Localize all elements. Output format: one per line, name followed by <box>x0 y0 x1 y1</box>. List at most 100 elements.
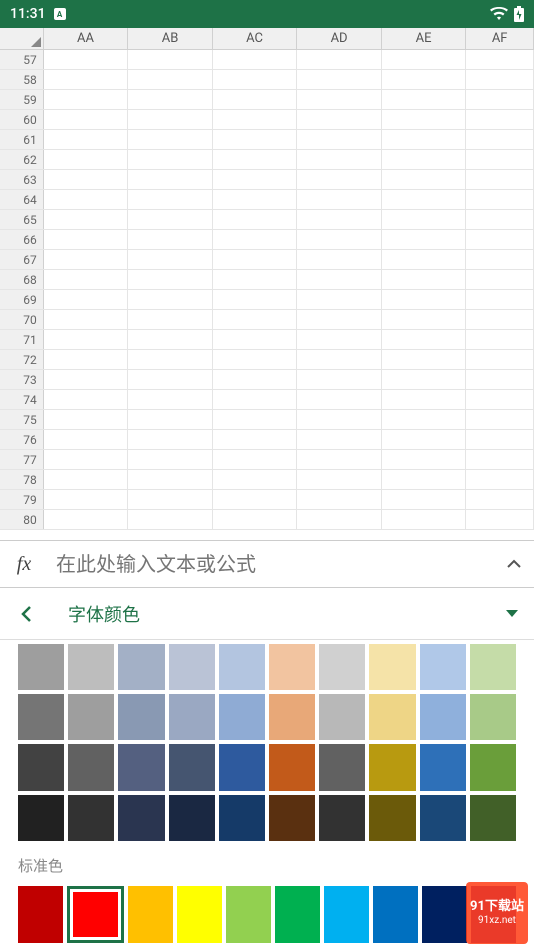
back-button[interactable] <box>0 605 52 623</box>
cell[interactable] <box>213 290 298 309</box>
cell[interactable] <box>44 370 129 389</box>
cell[interactable] <box>466 510 534 529</box>
cell[interactable] <box>128 50 213 69</box>
cell[interactable] <box>213 150 298 169</box>
cell[interactable] <box>128 490 213 509</box>
cell[interactable] <box>466 50 534 69</box>
row-header[interactable]: 65 <box>0 210 44 229</box>
color-swatch[interactable] <box>369 744 415 790</box>
color-swatch[interactable] <box>369 694 415 740</box>
cell[interactable] <box>213 390 298 409</box>
cell[interactable] <box>128 270 213 289</box>
cell[interactable] <box>466 450 534 469</box>
row-header[interactable]: 75 <box>0 410 44 429</box>
cell[interactable] <box>44 210 129 229</box>
cell[interactable] <box>213 510 298 529</box>
cell[interactable] <box>213 410 298 429</box>
cell[interactable] <box>297 430 382 449</box>
standard-color-swatch[interactable] <box>67 886 124 943</box>
row-header[interactable]: 73 <box>0 370 44 389</box>
cell[interactable] <box>382 190 467 209</box>
cell[interactable] <box>213 270 298 289</box>
cell[interactable] <box>44 310 129 329</box>
color-swatch[interactable] <box>219 694 265 740</box>
cell[interactable] <box>382 50 467 69</box>
cell[interactable] <box>44 450 129 469</box>
cell[interactable] <box>466 330 534 349</box>
cell[interactable] <box>466 390 534 409</box>
row-header[interactable]: 57 <box>0 50 44 69</box>
color-swatch[interactable] <box>369 795 415 841</box>
color-swatch[interactable] <box>319 644 365 690</box>
color-swatch[interactable] <box>369 644 415 690</box>
col-header[interactable]: AC <box>213 28 298 49</box>
cell[interactable] <box>128 350 213 369</box>
standard-color-swatch[interactable] <box>128 886 173 943</box>
row-header[interactable]: 60 <box>0 110 44 129</box>
color-swatch[interactable] <box>118 694 164 740</box>
cell[interactable] <box>128 230 213 249</box>
cell[interactable] <box>213 90 298 109</box>
cell[interactable] <box>466 210 534 229</box>
cell[interactable] <box>466 290 534 309</box>
cell[interactable] <box>44 50 129 69</box>
cell[interactable] <box>297 190 382 209</box>
col-header[interactable]: AB <box>128 28 213 49</box>
standard-color-swatch[interactable] <box>177 886 222 943</box>
cell[interactable] <box>382 510 467 529</box>
cell[interactable] <box>128 70 213 89</box>
cell[interactable] <box>466 490 534 509</box>
cell[interactable] <box>297 370 382 389</box>
row-header[interactable]: 76 <box>0 430 44 449</box>
standard-color-swatch[interactable] <box>373 886 418 943</box>
cell[interactable] <box>213 310 298 329</box>
expand-formula-button[interactable] <box>494 559 534 569</box>
cell[interactable] <box>297 50 382 69</box>
row-header[interactable]: 79 <box>0 490 44 509</box>
cell[interactable] <box>297 230 382 249</box>
cell[interactable] <box>382 210 467 229</box>
cell[interactable] <box>297 170 382 189</box>
color-swatch[interactable] <box>269 744 315 790</box>
cell[interactable] <box>128 430 213 449</box>
cell[interactable] <box>382 170 467 189</box>
cell[interactable] <box>44 270 129 289</box>
cell[interactable] <box>466 370 534 389</box>
cell[interactable] <box>382 250 467 269</box>
col-header[interactable]: AA <box>44 28 129 49</box>
row-header[interactable]: 69 <box>0 290 44 309</box>
cell[interactable] <box>466 130 534 149</box>
cell[interactable] <box>297 270 382 289</box>
cell[interactable] <box>466 190 534 209</box>
col-header[interactable]: AD <box>297 28 382 49</box>
cell[interactable] <box>213 350 298 369</box>
cell[interactable] <box>44 190 129 209</box>
row-header[interactable]: 68 <box>0 270 44 289</box>
cell[interactable] <box>466 170 534 189</box>
color-swatch[interactable] <box>269 795 315 841</box>
row-header[interactable]: 74 <box>0 390 44 409</box>
cell[interactable] <box>297 150 382 169</box>
cell[interactable] <box>44 150 129 169</box>
cell[interactable] <box>44 170 129 189</box>
cell[interactable] <box>466 70 534 89</box>
color-swatch[interactable] <box>420 744 466 790</box>
color-swatch[interactable] <box>470 644 516 690</box>
color-swatch[interactable] <box>269 694 315 740</box>
cell[interactable] <box>213 330 298 349</box>
color-swatch[interactable] <box>18 694 64 740</box>
cell[interactable] <box>44 490 129 509</box>
color-swatch[interactable] <box>219 644 265 690</box>
cell[interactable] <box>128 410 213 429</box>
color-swatch[interactable] <box>68 694 114 740</box>
cell[interactable] <box>44 510 129 529</box>
cell[interactable] <box>44 90 129 109</box>
color-swatch[interactable] <box>68 795 114 841</box>
cell[interactable] <box>382 430 467 449</box>
cell[interactable] <box>382 470 467 489</box>
cell[interactable] <box>466 230 534 249</box>
cell[interactable] <box>297 210 382 229</box>
color-swatch[interactable] <box>470 795 516 841</box>
col-header[interactable]: AF <box>466 28 534 49</box>
cell[interactable] <box>213 110 298 129</box>
